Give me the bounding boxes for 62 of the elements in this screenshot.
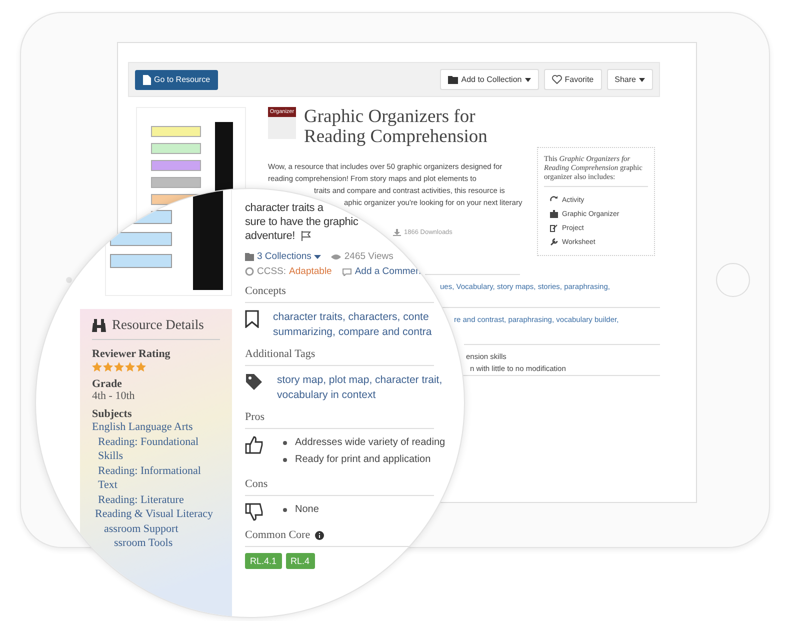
binoculars-icon — [92, 318, 106, 332]
bullet-icon — [283, 441, 287, 445]
subject-link[interactable]: assroom Support — [92, 522, 220, 536]
edit-icon — [550, 224, 558, 232]
collections-link[interactable]: 3 Collections — [257, 251, 312, 262]
subject-link[interactable]: Reading & Visual Literacy — [92, 507, 220, 522]
organizer-icon — [268, 117, 296, 139]
camera-dot — [66, 277, 72, 283]
thumbs-up-icon — [245, 436, 263, 454]
description-line: adventure! — [245, 229, 311, 243]
section-heading: Additional Tags — [245, 348, 316, 360]
list-item: None — [295, 503, 319, 517]
section-heading: Common Core — [245, 529, 310, 541]
subject-link[interactable]: English Language Arts — [92, 420, 220, 434]
caret-icon — [524, 78, 531, 82]
bullet-icon — [283, 508, 287, 512]
comment-icon — [342, 268, 352, 276]
rating-label: Reviewer Rating — [92, 348, 172, 360]
description-line: character traits a — [245, 201, 324, 215]
briefcase-icon — [550, 210, 558, 218]
eye-icon — [331, 254, 342, 260]
ccss-label: CCSS: — [257, 266, 286, 277]
download-icon — [393, 229, 401, 236]
add-to-collection-button[interactable]: Add to Collection — [440, 69, 539, 90]
subject-link[interactable]: Reading: Foundational Skills — [92, 434, 220, 464]
heart-icon — [552, 75, 562, 84]
list-item: Ready for print and application — [295, 453, 431, 467]
subjects-label: Subjects — [92, 408, 133, 420]
section-heading: Cons — [245, 478, 268, 490]
wrench-icon — [550, 238, 558, 246]
caret-icon — [639, 78, 645, 82]
share-button[interactable]: Share — [606, 69, 653, 90]
description-line: sure to have the graphic — [245, 215, 358, 229]
ccss-value: Adaptable — [289, 266, 332, 277]
bullet-icon — [283, 458, 287, 462]
grade-value: 4th - 10th — [92, 390, 136, 402]
tag-link[interactable]: vocabulary in context — [277, 388, 442, 403]
favorite-button[interactable]: Favorite — [544, 69, 602, 90]
tag-link[interactable]: summarizing, compare and contra — [273, 325, 432, 340]
resource-title: Graphic Organizers for Reading Comprehension — [304, 107, 488, 147]
section-heading: Pros — [245, 411, 265, 423]
caret-icon — [314, 254, 322, 258]
grade-label: Grade — [92, 378, 123, 390]
tag-icon — [245, 373, 263, 391]
tag-link[interactable]: story map, plot map, character trait, — [277, 373, 442, 388]
subject-link[interactable]: ssroom Tools — [92, 536, 220, 550]
subject-link[interactable]: Reading: Informational Text — [92, 464, 220, 492]
subject-link[interactable]: Reading: Literature — [92, 492, 220, 507]
file-icon — [143, 74, 151, 84]
details-title: Resource Details — [112, 317, 204, 333]
section-heading: Concepts — [245, 285, 286, 297]
refresh-icon — [550, 196, 558, 204]
flag-icon[interactable] — [300, 231, 311, 241]
tag-link[interactable]: character traits, characters, conte — [273, 310, 432, 325]
views-count: 2465 Views — [344, 251, 394, 262]
info-icon — [315, 530, 324, 540]
go-to-resource-button[interactable]: Go to Resource — [135, 70, 218, 90]
folder-icon — [245, 252, 254, 260]
list-item: Addresses wide variety of reading — [295, 436, 446, 450]
bookmark-icon — [245, 310, 259, 328]
thumbs-down-icon — [245, 503, 263, 521]
folder-icon — [448, 76, 458, 84]
